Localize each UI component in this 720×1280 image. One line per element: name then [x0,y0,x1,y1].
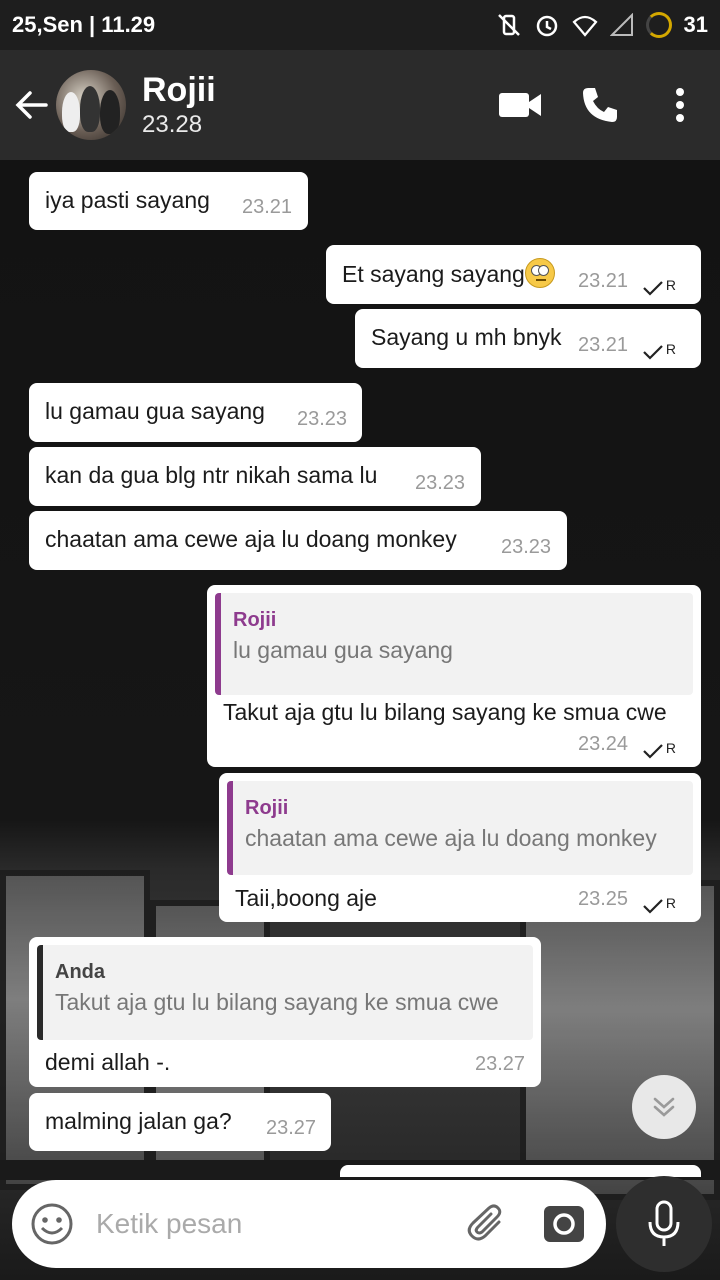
message-text: Et sayang sayang [342,258,555,289]
message-time: 23.23 [501,536,552,558]
status-bar: 25,Sen | 11.29 31 [0,0,720,50]
message-incoming[interactable]: chaatan ama cewe aja lu doang monkey 23.… [29,511,567,570]
message-input[interactable]: Ketik pesan [92,1208,452,1240]
message-incoming[interactable]: iya pasti sayang 23.21 [29,172,308,230]
message-text: chaatan ama cewe aja lu doang monkey [45,526,457,552]
read-tick-icon: R [642,737,676,759]
attach-icon [467,1204,502,1241]
message-incoming[interactable]: kan da gua blg ntr nikah sama lu 23.23 [29,447,481,506]
avatar[interactable] [56,70,126,140]
video-call-button[interactable] [480,50,560,160]
message-time: 23.27 [266,1117,317,1139]
message-text: kan da gua blg ntr nikah sama lu [45,462,378,488]
emoji-button[interactable] [12,1202,92,1246]
video-call-icon [499,93,541,117]
wifi-icon [571,15,598,37]
status-date-time: 25,Sen | 11.29 [12,12,156,37]
message-text: Taii,boong aje [235,885,377,911]
read-tick-icon: R [642,274,676,296]
emoji-icon [31,1203,73,1245]
quoted-message[interactable]: Anda Takut aja gtu lu bilang sayang ke s… [37,945,533,1040]
quoted-message[interactable]: Rojii chaatan ama cewe aja lu doang monk… [227,781,693,875]
read-tick-icon: R [642,338,676,360]
message-time: 23.21 [578,334,629,356]
voice-call-button[interactable] [560,50,640,160]
message-time: 23.23 [297,408,348,430]
battery-level: 31 [683,12,708,37]
message-outgoing[interactable]: Et sayang sayang 23.21 R [326,245,701,304]
message-time: 23.24 [578,733,629,755]
message-time: 23.23 [415,472,466,494]
message-outgoing-reply[interactable]: Rojii chaatan ama cewe aja lu doang monk… [219,773,701,922]
message-text: lu gamau gua sayang [45,398,265,424]
last-seen: 23.28 [142,111,203,138]
message-incoming[interactable]: malming jalan ga? 23.27 [29,1093,331,1151]
quoted-text: Takut aja gtu lu bilang sayang ke smua c… [55,989,499,1015]
alarm-icon [536,15,557,37]
mic-icon [648,1200,680,1246]
phone-icon [583,88,617,122]
quoted-message[interactable]: Rojii lu gamau gua sayang [215,593,693,695]
message-text: malming jalan ga? [45,1108,232,1134]
quoted-text: chaatan ama cewe aja lu doang monkey [245,825,657,851]
message-time: 23.21 [578,270,629,292]
chat-header: Rojii 23.28 [0,50,720,160]
message-time: 23.27 [475,1053,526,1075]
chevron-double-down-icon [653,1097,675,1117]
quoted-text: lu gamau gua sayang [233,637,453,663]
quoted-sender: Rojii [245,797,289,819]
camera-icon [544,1206,584,1242]
more-vert-icon [676,88,684,122]
message-outgoing-reply[interactable]: Rojii lu gamau gua sayang Takut aja gtu … [207,585,701,767]
attach-button[interactable] [452,1202,522,1246]
quoted-sender: Rojii [233,609,277,631]
message-incoming-reply[interactable]: Anda Takut aja gtu lu bilang sayang ke s… [29,937,541,1087]
back-arrow-icon [15,91,48,119]
message-outgoing[interactable]: Sayang u mh bnyk 23.21 R [355,309,701,368]
scroll-to-bottom-button[interactable] [632,1075,696,1139]
wallpaper-window [520,880,720,1200]
voice-record-button[interactable] [616,1176,712,1272]
message-text: demi allah -. [45,1049,171,1075]
message-outgoing-partial[interactable] [340,1165,701,1177]
more-options-button[interactable] [640,50,720,160]
battery-icon [645,12,672,38]
vibrate-off-icon [497,14,520,36]
message-text: Sayang u mh bnyk [371,324,562,350]
camera-button[interactable] [522,1205,606,1243]
back-button[interactable] [0,50,64,160]
quoted-sender: Anda [55,961,105,983]
message-text: Takut aja gtu lu bilang sayang ke smua c… [223,699,667,725]
rolling-eyes-emoji-icon [524,258,555,288]
message-composer: Ketik pesan [12,1180,606,1268]
message-incoming[interactable]: lu gamau gua sayang 23.23 [29,383,362,442]
read-tick-icon: R [642,892,676,914]
message-time: 23.21 [242,196,293,218]
message-time: 23.25 [578,888,629,910]
signal-icon [609,13,633,36]
message-text: iya pasti sayang [45,187,210,213]
contact-info[interactable]: Rojii 23.28 [142,70,480,140]
contact-name: Rojii [142,71,216,109]
